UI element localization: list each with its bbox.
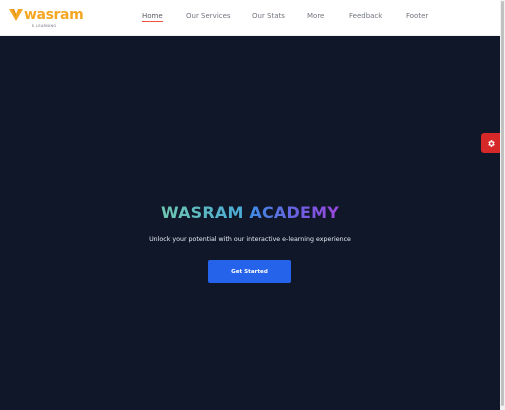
get-started-button[interactable]: Get Started: [208, 260, 291, 283]
nav-home-label: Home: [142, 12, 163, 20]
hero-subtitle: Unlock your potential with our interacti…: [149, 236, 351, 243]
nav-footer[interactable]: Footer: [406, 11, 428, 21]
brand-name: wasram: [24, 7, 84, 23]
nav-our-stats[interactable]: Our Stats: [252, 11, 285, 21]
top-navbar: wasram E-LEARNING Home Our Services Our …: [0, 0, 500, 36]
hero-title-part1: WASRAM: [160, 203, 244, 222]
logo-main: wasram: [9, 7, 84, 23]
brand-tagline: E-LEARNING: [32, 24, 57, 28]
nav-feedback[interactable]: Feedback: [349, 11, 382, 21]
nav-more[interactable]: More: [307, 11, 324, 21]
hero-title: WASRAM ACADEMY: [0, 202, 500, 224]
hero-section: WASRAM ACADEMY Unlock your potential wit…: [0, 36, 500, 410]
hero-title-part2: ACADEMY: [249, 203, 340, 222]
nav-home[interactable]: Home: [142, 11, 163, 22]
settings-button[interactable]: [481, 133, 501, 153]
gear-icon: [487, 139, 495, 147]
nav-our-services[interactable]: Our Services: [186, 11, 231, 21]
active-underline: [142, 21, 163, 22]
wasram-logo-mark-icon: [9, 9, 23, 21]
scrollbar-thumb[interactable]: [501, 1, 504, 406]
brand-logo[interactable]: wasram E-LEARNING: [9, 8, 84, 30]
